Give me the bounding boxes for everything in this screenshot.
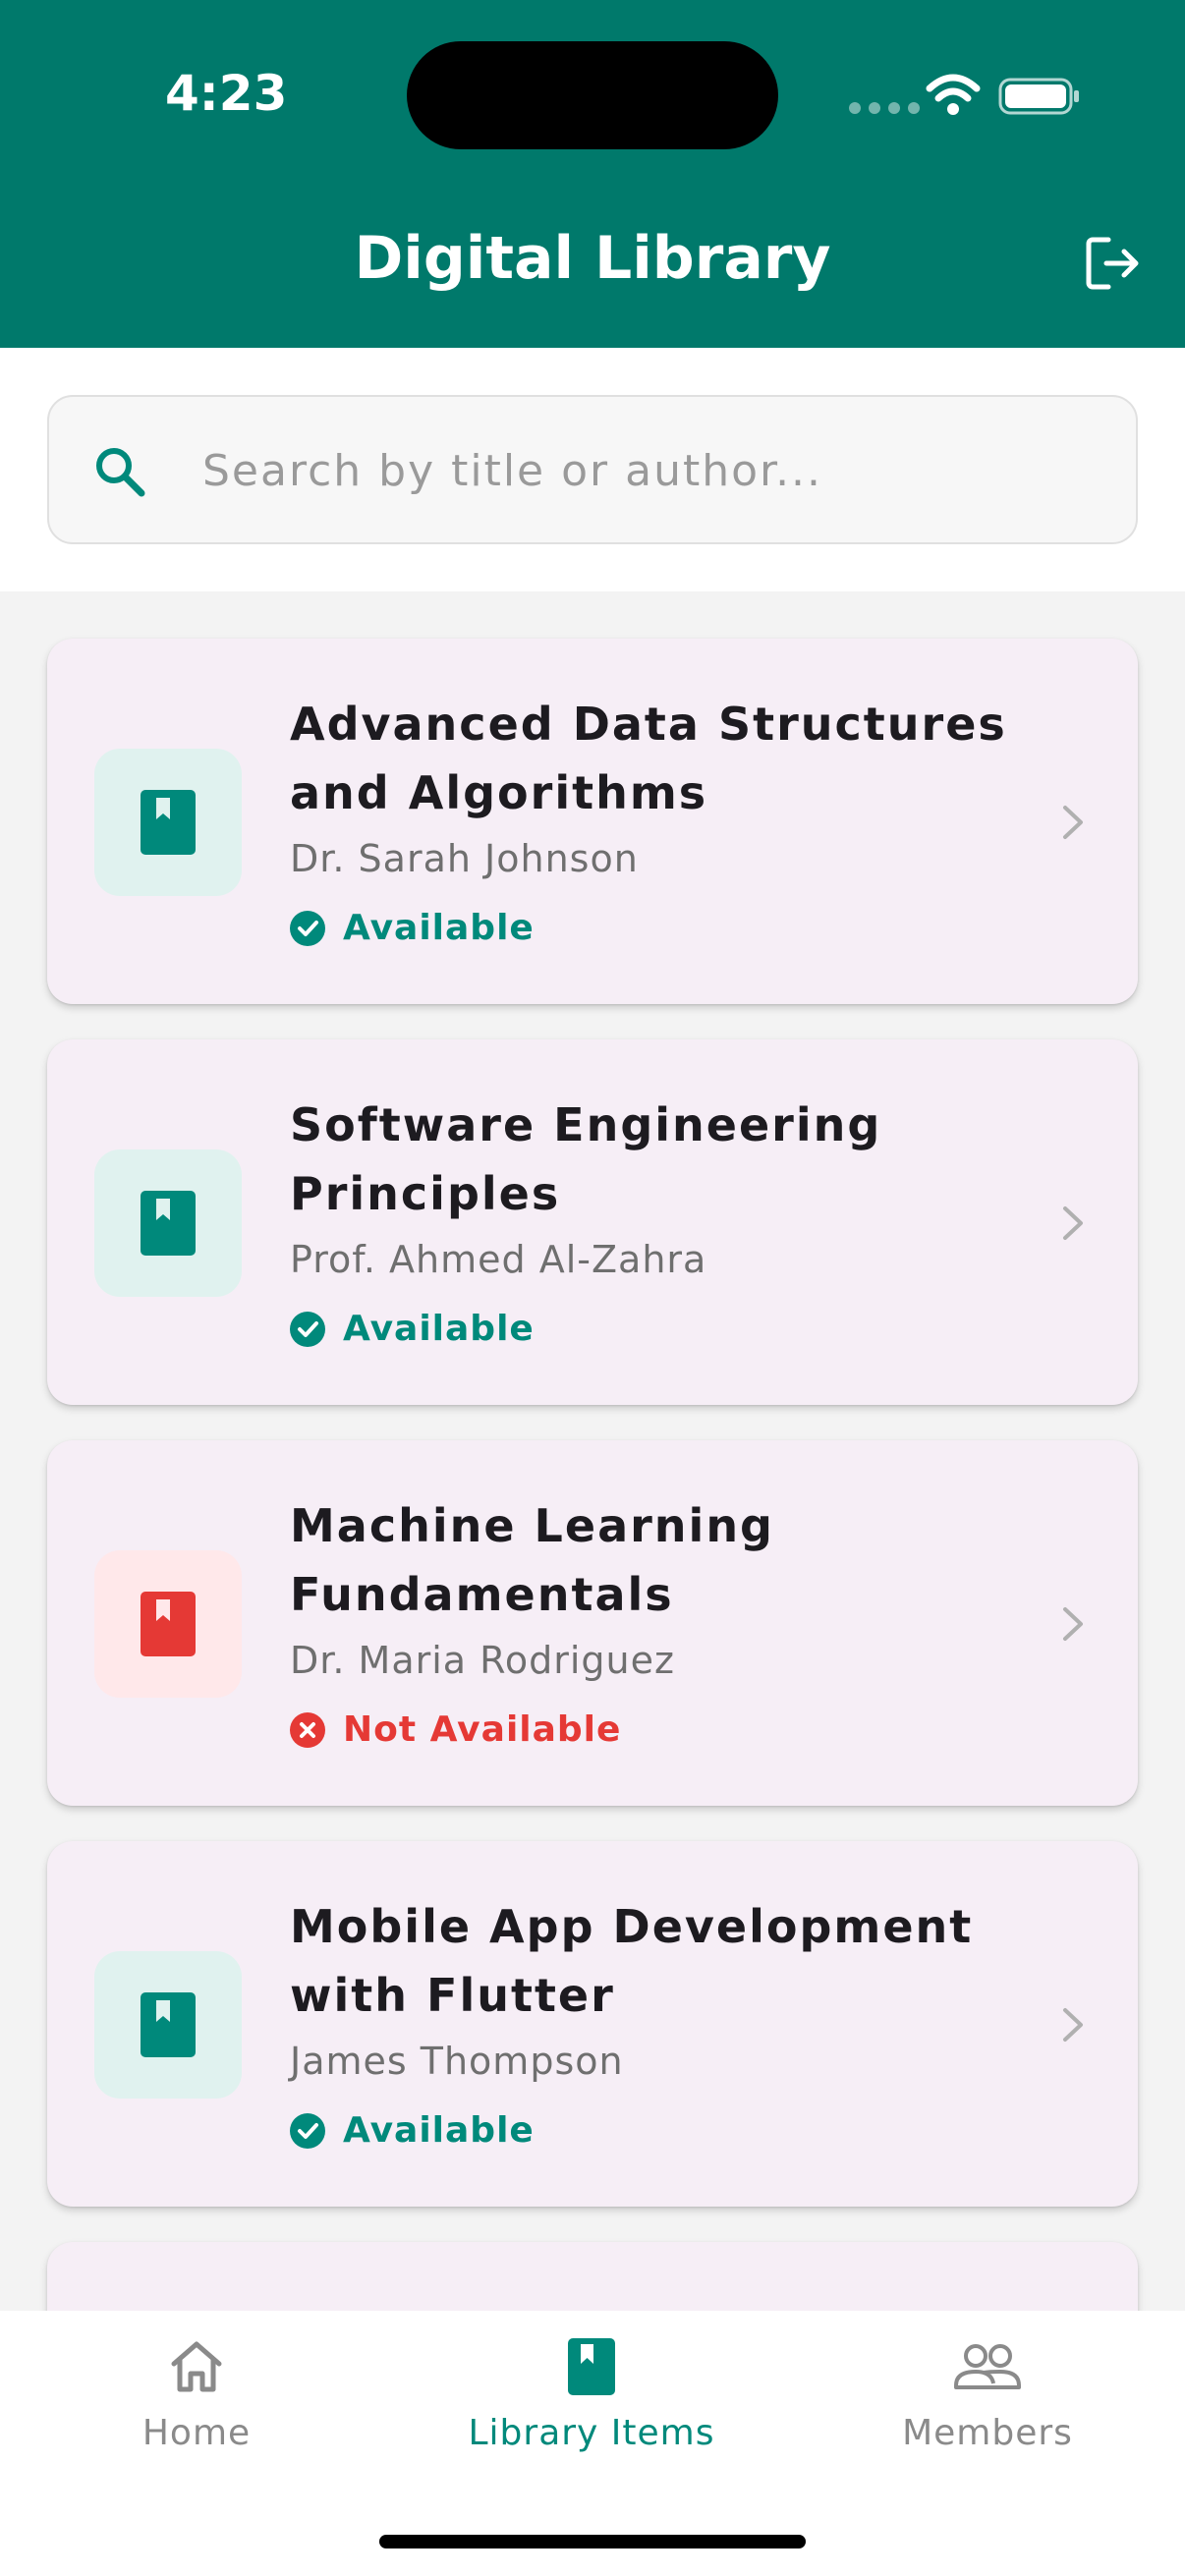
nav-library-items-label: Library Items: [468, 2413, 715, 2453]
search-section: Search by title or author...: [0, 348, 1185, 591]
availability-status: Available: [290, 908, 535, 948]
availability-status: Available: [290, 1309, 535, 1349]
book-title: Software Engineering Principles: [290, 1098, 882, 1220]
book-author: James Thompson: [290, 2040, 624, 2083]
check-circle-icon: [290, 1311, 325, 1347]
status-label: Not Available: [343, 1709, 622, 1750]
dynamic-island: [407, 41, 778, 149]
nav-members[interactable]: Members: [840, 2336, 1135, 2453]
chevron-right-icon: [1063, 2008, 1083, 2042]
book-icon: [141, 790, 196, 855]
book-card[interactable]: Machine Learning Fundamentals Dr. Maria …: [47, 1440, 1138, 1806]
nav-library-items[interactable]: Library Items: [444, 2336, 739, 2453]
book-icon-box: [94, 1951, 242, 2099]
book-title: Advanced Data Structures and Algorithms: [290, 698, 1007, 819]
chevron-right-icon: [1063, 1206, 1083, 1240]
search-input[interactable]: Search by title or author...: [47, 395, 1138, 544]
wifi-icon: [926, 74, 981, 115]
book-author: Dr. Maria Rodriguez: [290, 1639, 675, 1682]
book-icon: [141, 1191, 196, 1256]
home-icon: [171, 2341, 222, 2392]
cancel-circle-icon: [290, 1711, 325, 1748]
status-label: Available: [343, 1309, 535, 1349]
status-label: Available: [343, 2110, 535, 2151]
availability-status: Available: [290, 2110, 535, 2151]
nav-home-label: Home: [141, 2413, 252, 2453]
book-title: Mobile App Development with Flutter: [290, 1900, 974, 2022]
nav-members-label: Members: [902, 2413, 1073, 2453]
page-title: Digital Library: [354, 224, 831, 293]
book-card[interactable]: Advanced Data Structures and Algorithms …: [47, 639, 1138, 1004]
battery-icon: [998, 78, 1079, 115]
book-author: Dr. Sarah Johnson: [290, 837, 639, 880]
chevron-right-icon: [1063, 806, 1083, 839]
members-icon: [954, 2344, 1021, 2389]
book-icon: [141, 1592, 196, 1656]
search-placeholder: Search by title or author...: [202, 446, 823, 496]
book-icon-box: [94, 749, 242, 896]
search-icon: [96, 448, 145, 497]
nav-home[interactable]: Home: [49, 2336, 344, 2453]
cellular-signal-icon: [849, 102, 920, 114]
check-circle-icon: [290, 2112, 325, 2149]
book-card[interactable]: Software Engineering Principles Prof. Ah…: [47, 1039, 1138, 1405]
logout-icon[interactable]: [1083, 234, 1142, 293]
availability-status: Not Available: [290, 1709, 621, 1750]
status-time: 4:23: [165, 65, 288, 122]
book-icon: [141, 1992, 196, 2057]
book-title: Machine Learning Fundamentals: [290, 1499, 774, 1621]
check-circle-icon: [290, 910, 325, 946]
book-card[interactable]: Mobile App Development with Flutter Jame…: [47, 1841, 1138, 2207]
app-header: 4:23 Digital Library: [0, 0, 1185, 348]
chevron-right-icon: [1063, 1607, 1083, 1641]
home-indicator: [379, 2535, 806, 2548]
book-icon-box: [94, 1550, 242, 1698]
book-author: Prof. Ahmed Al-Zahra: [290, 1238, 707, 1281]
book-icon: [568, 2338, 615, 2395]
status-label: Available: [343, 908, 535, 948]
book-icon-box: [94, 1149, 242, 1297]
